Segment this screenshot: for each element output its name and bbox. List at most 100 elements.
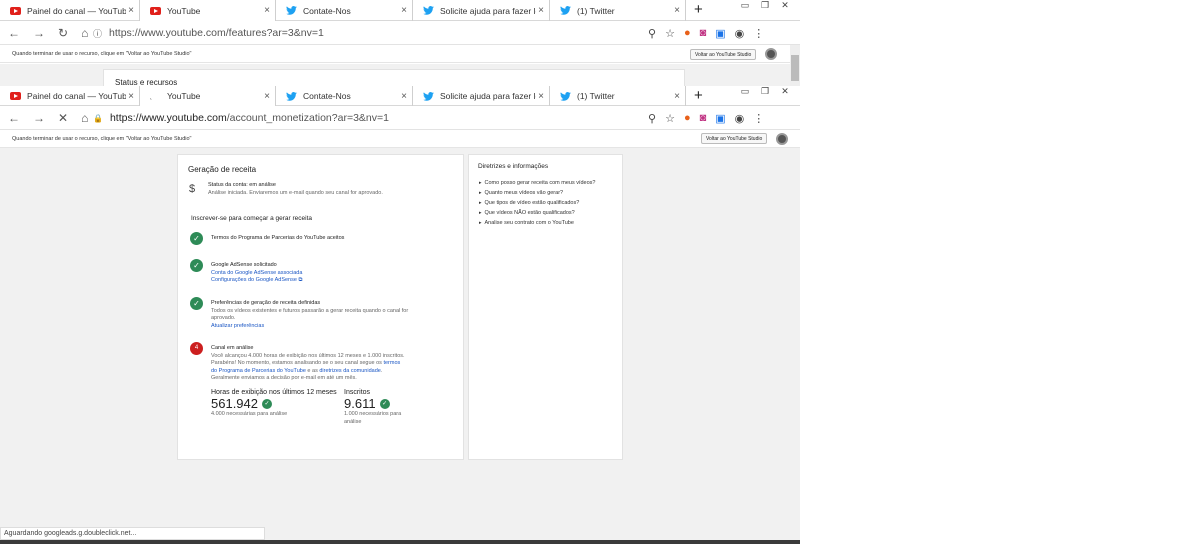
- close-icon[interactable]: ×: [262, 91, 272, 102]
- front-tab-4[interactable]: Solicite ajuda para fazer logi×: [413, 86, 550, 106]
- front-studio-infobar: Quando terminar de usar o recurso, cliqu…: [0, 130, 800, 148]
- home-icon[interactable]: ⌂: [81, 111, 88, 125]
- back-return-studio-button[interactable]: Voltar ao YouTube Studio: [690, 49, 757, 60]
- status-bar: Aguardando googleads.g.doubleclick.net..…: [0, 527, 265, 540]
- scroll-thumb[interactable]: [791, 55, 799, 81]
- close-icon[interactable]: ×: [672, 91, 682, 102]
- guideline-link[interactable]: Quanto meus vídeos vão gerar?: [479, 190, 595, 196]
- twitter-icon: [286, 91, 297, 101]
- dollar-icon: $: [189, 183, 196, 195]
- guideline-link[interactable]: Que tipos de vídeo estão qualificados?: [479, 200, 595, 206]
- translate-icon[interactable]: ▣: [715, 27, 725, 40]
- avatar[interactable]: [765, 48, 777, 60]
- extension-fire-icon[interactable]: ●: [684, 112, 691, 124]
- watch-hours-stat: Horas de exibição nos últimos 12 meses 5…: [211, 389, 339, 419]
- reload-icon[interactable]: ↻: [58, 26, 68, 40]
- adsense-account-link[interactable]: Conta do Google AdSense associada: [211, 270, 302, 278]
- signup-heading: Inscrever-se para começar a gerar receit…: [191, 215, 313, 222]
- adsense-settings-link[interactable]: Configurações do Google AdSense ⧉: [211, 277, 302, 285]
- scrollbar[interactable]: [790, 45, 800, 86]
- restore-icon[interactable]: ❐: [758, 0, 772, 11]
- close-icon[interactable]: ×: [399, 5, 409, 16]
- front-tab-1[interactable]: Painel do canal — YouTube S×: [0, 86, 140, 106]
- profile-icon[interactable]: ◉: [735, 112, 745, 125]
- info-icon[interactable]: ⓘ: [93, 27, 102, 40]
- window-controls: ▭ ❐ ✕: [738, 0, 792, 11]
- close-icon[interactable]: ×: [672, 5, 682, 16]
- nav-buttons: ← → ✕ ⌂: [8, 106, 88, 130]
- star-icon[interactable]: ☆: [665, 112, 675, 125]
- home-icon[interactable]: ⌂: [81, 26, 88, 40]
- back-address-bar: ← → ↻ ⌂ ⓘ https://www.youtube.com/features?a…: [0, 21, 800, 45]
- extension-fire-icon[interactable]: ●: [684, 27, 691, 39]
- youtube-icon: [10, 92, 21, 100]
- close-window-icon[interactable]: ✕: [778, 86, 792, 97]
- forward-arrow-icon[interactable]: →: [33, 111, 45, 125]
- back-card-title: Status e recursos: [115, 78, 178, 86]
- twitter-icon: [560, 6, 571, 15]
- translate-icon[interactable]: ▣: [715, 112, 725, 125]
- close-icon[interactable]: ×: [126, 91, 136, 102]
- avatar[interactable]: [776, 133, 788, 145]
- page-content: Geração de receita $ Status da conta: em…: [0, 148, 800, 544]
- monetization-card: Geração de receita $ Status da conta: em…: [177, 154, 464, 460]
- minimize-icon[interactable]: ▭: [738, 86, 752, 97]
- minimize-icon[interactable]: ▭: [738, 0, 752, 11]
- front-tab-3[interactable]: Contate-Nos ×: [276, 86, 413, 106]
- menu-icon[interactable]: ⋮: [753, 27, 764, 40]
- guideline-link[interactable]: Analise seu contrato com o YouTube: [479, 220, 595, 226]
- back-tab-5[interactable]: (1) Twitter ×: [550, 0, 686, 21]
- close-icon[interactable]: ×: [262, 5, 272, 16]
- close-icon[interactable]: ×: [126, 5, 136, 16]
- front-tab-2[interactable]: ˛ YouTube ×: [140, 86, 276, 106]
- front-return-studio-button[interactable]: Voltar ao YouTube Studio: [701, 133, 768, 144]
- guideline-link[interactable]: Que vídeos NÃO estão qualificados?: [479, 210, 595, 216]
- community-guidelines-link[interactable]: diretrizes da comunidade: [319, 368, 380, 374]
- guidelines-list: Como posso gerar receita com meus vídeos…: [479, 180, 596, 229]
- guideline-link[interactable]: Como posso gerar receita com meus vídeos…: [479, 180, 596, 186]
- step-preferences-text: Preferências de geração de receita defin…: [211, 297, 411, 330]
- close-icon[interactable]: ×: [536, 91, 546, 102]
- search-icon[interactable]: ⚲: [648, 27, 656, 40]
- lock-icon: 🔒: [93, 113, 103, 123]
- close-icon[interactable]: ×: [399, 91, 409, 102]
- step-review-desc: Você alcançou 4.000 horas de exibição no…: [211, 352, 405, 382]
- back-tab-3[interactable]: Contate-Nos ×: [276, 0, 413, 21]
- twitter-icon: [560, 91, 571, 101]
- nav-buttons: ← → ↻ ⌂: [8, 21, 88, 45]
- stop-icon[interactable]: ✕: [58, 111, 68, 125]
- close-icon[interactable]: ×: [536, 5, 546, 16]
- step-review-text: Canal em análise Você alcançou 4.000 hor…: [211, 342, 407, 383]
- url-text[interactable]: 🔒 https://www.youtube.com/account_monetiz…: [93, 106, 389, 130]
- step-review: 4 Canal em análise Você alcançou 4.000 h…: [190, 342, 407, 383]
- front-tab-5[interactable]: (1) Twitter ×: [550, 86, 686, 106]
- search-icon[interactable]: ⚲: [648, 112, 656, 125]
- back-arrow-icon[interactable]: ←: [8, 26, 20, 40]
- back-tab-1[interactable]: Painel do canal — YouTube S×: [0, 0, 140, 21]
- step-terms: ✓ Termos do Programa de Parcerias do You…: [190, 232, 344, 245]
- back-tab-4[interactable]: Solicite ajuda para fazer logi×: [413, 0, 550, 21]
- toolbar-icons: ⚲ ☆ ● ◙ ▣ ◉ ⋮: [648, 21, 764, 45]
- profile-icon[interactable]: ◉: [735, 27, 745, 40]
- menu-icon[interactable]: ⋮: [753, 112, 764, 125]
- toolbar-icons: ⚲ ☆ ● ◙ ▣ ◉ ⋮: [648, 106, 764, 130]
- forward-arrow-icon[interactable]: →: [33, 26, 45, 40]
- back-arrow-icon[interactable]: ←: [8, 111, 20, 125]
- star-icon[interactable]: ☆: [665, 27, 675, 40]
- check-icon: ✓: [190, 232, 203, 245]
- update-preferences-link[interactable]: Atualizar preferências: [211, 323, 411, 331]
- instagram-icon[interactable]: ◙: [700, 27, 707, 39]
- back-tab-2[interactable]: YouTube ×: [140, 0, 276, 21]
- watch-hours-value: 561.942 ✓: [211, 396, 339, 411]
- new-tab-button[interactable]: +: [694, 1, 703, 19]
- window-controls: ▭ ❐ ✕: [738, 86, 792, 97]
- restore-icon[interactable]: ❐: [758, 86, 772, 97]
- new-tab-button[interactable]: +: [694, 87, 703, 105]
- check-icon: ✓: [379, 398, 390, 409]
- youtube-icon: [150, 6, 161, 15]
- back-card: [103, 69, 685, 86]
- status-sub: Análise iniciada. Enviaremos um e-mail q…: [208, 190, 383, 196]
- instagram-icon[interactable]: ◙: [700, 112, 707, 124]
- close-window-icon[interactable]: ✕: [778, 0, 792, 11]
- url-text[interactable]: ⓘ https://www.youtube.com/features?ar=3&n…: [93, 21, 324, 45]
